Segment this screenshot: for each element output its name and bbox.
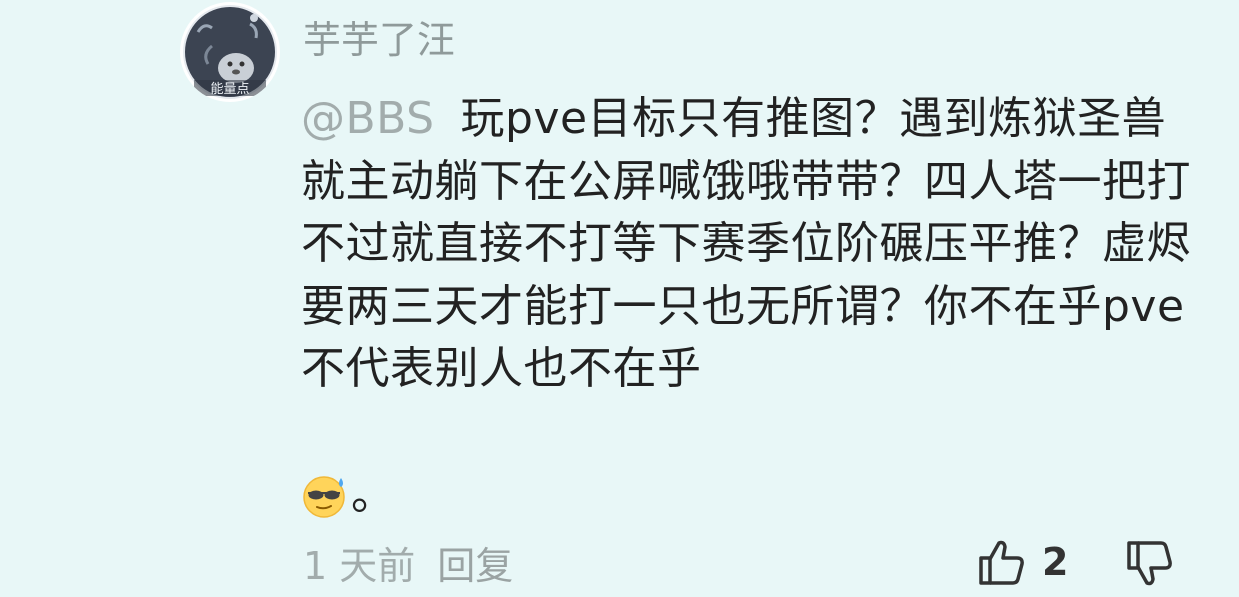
timestamp: 1 天前 <box>303 544 416 588</box>
trailing-punctuation: 。 <box>351 469 395 520</box>
user-avatar[interactable]: 能量点 <box>180 2 280 102</box>
mention-link[interactable]: @BBS <box>301 93 435 144</box>
thumbs-up-icon <box>979 540 1024 585</box>
sweating-sunglasses-emoji-icon <box>303 476 345 518</box>
reply-button[interactable]: 回复 <box>437 544 513 588</box>
avatar-image: 能量点 <box>183 5 277 99</box>
emoji-line: 。 <box>301 467 395 523</box>
thumbs-down-icon <box>1127 541 1172 586</box>
comment-text: @BBS 玩pve目标只有推图？遇到炼狱圣兽就主动躺下在公屏喊饿哦带带？四人塔一把… <box>301 88 1206 401</box>
dislike-button[interactable] <box>1124 536 1180 592</box>
username[interactable]: 芋芋了汪 <box>303 14 455 66</box>
comment-item: 能量点 芋芋了汪 @BBS 玩pve目标只有推图？遇到炼狱圣兽就主动躺下在公屏喊饿… <box>0 0 1239 597</box>
like-button[interactable]: 2 <box>976 534 1068 590</box>
comment-footer: 1 天前 回复 <box>303 540 513 592</box>
like-count: 2 <box>1042 540 1069 584</box>
avatar-caption: 能量点 <box>210 82 249 97</box>
